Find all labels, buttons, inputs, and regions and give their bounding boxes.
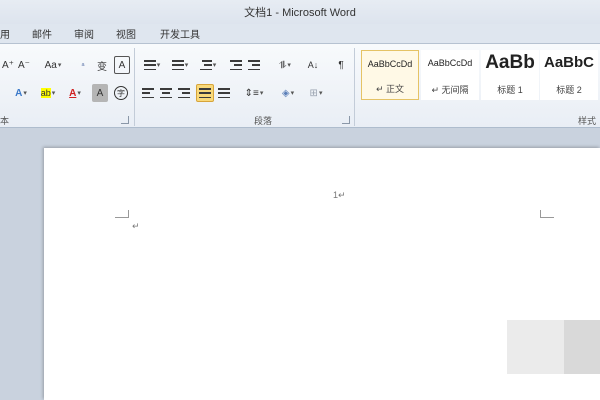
highlight-button[interactable]: ab ▾ xyxy=(36,84,60,102)
tab-mailings[interactable]: 邮件 xyxy=(32,26,52,41)
align-center-button[interactable] xyxy=(158,84,174,102)
paragraph-dialog-launcher[interactable] xyxy=(342,116,350,124)
style-heading-1[interactable]: AaBb 标题 1 xyxy=(481,50,539,100)
align-right-button[interactable] xyxy=(176,84,192,102)
decrease-indent-icon xyxy=(230,60,242,70)
tab-review[interactable]: 审阅 xyxy=(74,26,94,41)
shading-button[interactable]: ◈ ▾ xyxy=(276,84,300,102)
font-color-button[interactable]: A ▾ xyxy=(64,84,86,102)
group-separator xyxy=(354,48,355,126)
font-group-label: 本 xyxy=(0,116,10,126)
change-case-button[interactable]: Aa ▾ xyxy=(40,56,66,74)
text-effects-button[interactable]: A ▾ xyxy=(10,84,32,102)
decrease-indent-button[interactable] xyxy=(228,56,244,74)
watermark-block xyxy=(507,320,564,374)
borders-icon: ⊞ xyxy=(309,87,318,99)
multilevel-list-icon xyxy=(199,60,212,70)
title-bar: 文档1 - Microsoft Word xyxy=(0,0,600,24)
sort-button[interactable]: A↓ xyxy=(304,56,322,74)
multilevel-list-button[interactable]: ▾ xyxy=(196,56,220,74)
style-normal[interactable]: AaBbCcDd ↵ 正文 xyxy=(361,50,419,100)
phonetic-icon: ᵃ xyxy=(81,60,85,70)
increase-indent-button[interactable] xyxy=(246,56,262,74)
numbering-icon xyxy=(171,60,184,70)
increase-indent-icon xyxy=(248,60,260,70)
bullets-button[interactable]: ▾ xyxy=(140,56,164,74)
align-left-button[interactable] xyxy=(140,84,156,102)
window-title: 文档1 - Microsoft Word xyxy=(244,7,356,19)
character-border-button[interactable]: A xyxy=(114,56,130,74)
style-no-spacing[interactable]: AaBbCcDd ↵ 无间隔 xyxy=(421,50,479,100)
chinese-layout-button[interactable]: ⥮ ▾ xyxy=(272,56,298,74)
ribbon-tabs: 用 邮件 审阅 视图 开发工具 xyxy=(0,24,600,44)
justify-icon xyxy=(199,88,211,98)
line-spacing-icon: ⇕≡ xyxy=(244,87,259,99)
font-dialog-launcher[interactable] xyxy=(121,116,129,124)
crop-mark-top-right xyxy=(540,210,554,218)
paint-bucket-icon: ◈ xyxy=(281,87,290,99)
styles-group-label: 样式 xyxy=(578,116,597,126)
paragraph-mark: ↵ xyxy=(132,221,140,231)
show-marks-button[interactable]: ¶ xyxy=(334,56,348,74)
shrink-font-button[interactable]: A⁻ xyxy=(16,56,32,74)
align-center-icon xyxy=(160,88,172,98)
paragraph-group-label: 段落 xyxy=(254,116,273,126)
tab-view[interactable]: 视图 xyxy=(116,26,136,41)
character-shading-button[interactable]: A xyxy=(92,84,108,102)
grow-font-button[interactable]: A⁺ xyxy=(0,56,16,74)
crop-mark-top-left xyxy=(115,210,129,218)
align-right-icon xyxy=(178,88,190,98)
numbering-button[interactable]: ▾ xyxy=(168,56,192,74)
bullets-icon xyxy=(143,60,156,70)
tab-partial[interactable]: 用 xyxy=(0,26,10,41)
enclose-button[interactable]: 字 xyxy=(112,84,130,102)
enclose-characters-button[interactable]: 变 xyxy=(94,56,110,74)
distributed-icon xyxy=(218,88,230,98)
header-page-number: 1↵ xyxy=(333,190,346,200)
paragraph-mark-icon: ¶ xyxy=(338,59,344,71)
tab-developer[interactable]: 开发工具 xyxy=(160,26,200,41)
line-spacing-button[interactable]: ⇕≡ ▾ xyxy=(242,84,266,102)
ribbon: A⁺ A⁻ Aa ▾ ᵃ 变 A A ▾ ab ▾ A ▾ A 字 本 ▾ ▾ ▾ xyxy=(0,44,600,128)
group-separator xyxy=(134,48,135,126)
borders-button[interactable]: ⊞ ▾ xyxy=(304,84,328,102)
style-heading-2[interactable]: AaBbC 标题 2 xyxy=(540,50,598,100)
distributed-button[interactable] xyxy=(216,84,232,102)
chinese-layout-icon: ⥮ xyxy=(279,59,287,71)
justify-button[interactable] xyxy=(196,84,214,102)
align-left-icon xyxy=(142,88,154,98)
phonetic-guide-button[interactable]: ᵃ xyxy=(74,56,92,74)
watermark-block xyxy=(564,320,600,374)
